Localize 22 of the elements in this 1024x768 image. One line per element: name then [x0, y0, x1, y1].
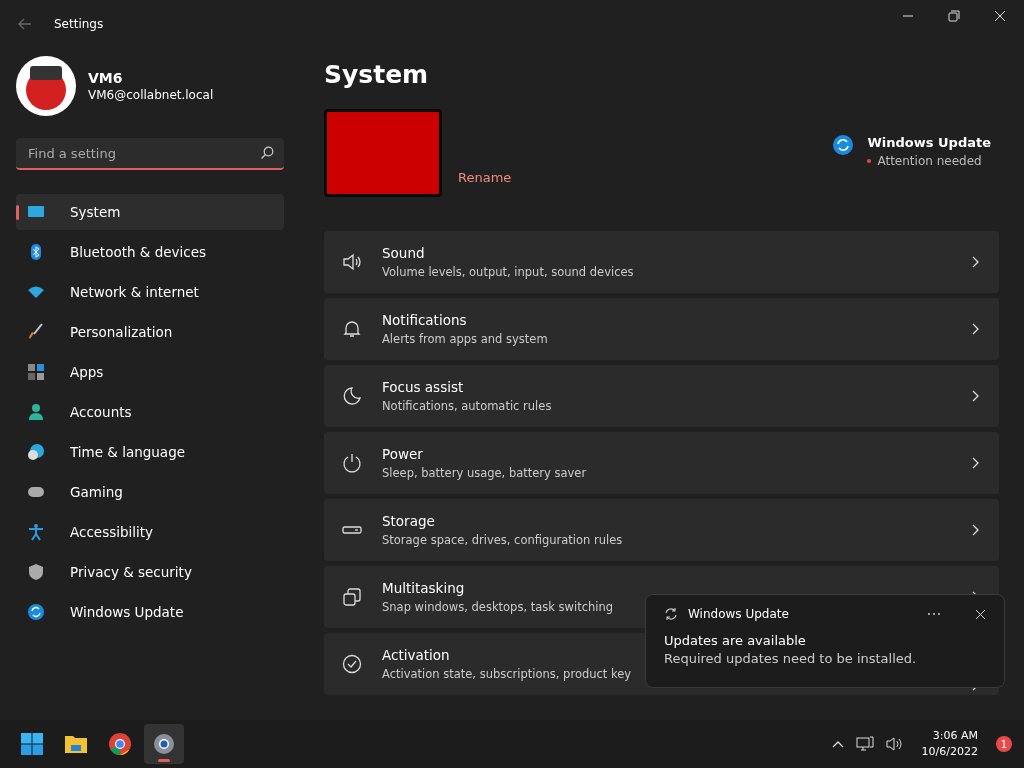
setting-description: Storage space, drives, configuration rules — [382, 533, 623, 547]
window-title: Settings — [54, 17, 104, 31]
setting-description: Alerts from apps and system — [382, 332, 548, 346]
setting-title: Power — [382, 446, 423, 462]
setting-description: Activation state, subscriptions, product key — [382, 667, 632, 681]
setting-title: Storage — [382, 513, 435, 529]
notification-title: Updates are available — [664, 633, 807, 648]
setting-title: Multitasking — [382, 580, 465, 596]
account-email: VM6@collabnet.local — [88, 88, 214, 102]
setting-description: Volume levels, output, input, sound devices — [382, 265, 634, 279]
account-name: VM6 — [88, 70, 124, 86]
notification-body: Required updates need to be installed. — [664, 651, 918, 666]
setting-description: Snap windows, desktops, task switching — [382, 600, 614, 614]
setting-title: Focus assist — [382, 379, 464, 395]
notification-app: Windows Update — [688, 607, 790, 621]
setting-title: Notifications — [382, 312, 467, 328]
setting-description: Notifications, automatic rules — [382, 399, 552, 413]
page-title: System — [324, 60, 430, 89]
setting-title: Sound — [382, 245, 425, 261]
setting-description: Sleep, battery usage, battery saver — [382, 466, 587, 480]
setting-title: Activation — [382, 647, 450, 663]
update-status: Attention needed — [877, 154, 982, 168]
